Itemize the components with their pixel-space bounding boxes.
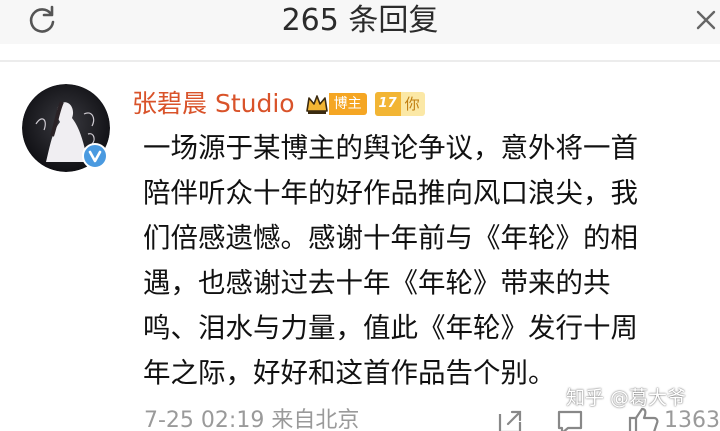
level-number: 17	[374, 92, 401, 116]
post-meta: 7-25 02:19 来自北京	[144, 408, 360, 431]
author-name[interactable]: 张碧晨 Studio	[132, 87, 295, 121]
top-bar: 265 条回复	[0, 0, 720, 44]
content-line: 遇，也感谢过去十年《年轮》带来的共	[143, 267, 611, 299]
like-count: 1363	[664, 408, 720, 431]
content-line: 一场源于某博主的舆论争议，意外将一首	[143, 132, 638, 164]
post-content: 一场源于某博主的舆论争议，意外将一首 陪伴听众十年的好作品推向风口浪尖，我 们倍…	[143, 126, 699, 396]
content-line: 鸣、泪水与力量，值此《年轮》发行十周	[143, 312, 638, 344]
verified-v-icon	[82, 143, 108, 169]
level-badge: 17 你	[374, 92, 425, 116]
share-icon[interactable]	[496, 408, 524, 431]
blogger-badge: 博主	[328, 93, 367, 115]
avatar[interactable]	[22, 84, 110, 172]
author-row: 张碧晨 Studio 博主 17 你	[132, 86, 425, 122]
content-line: 们倍感遗憾。感谢十年前与《年轮》的相	[143, 222, 638, 254]
header-divider	[0, 60, 720, 62]
crown-icon	[305, 95, 328, 114]
like-icon[interactable]	[626, 406, 660, 431]
content-line: 陪伴听众十年的好作品推向风口浪尖，我	[143, 177, 638, 209]
page-title: 265 条回复	[281, 3, 439, 38]
level-label: 你	[404, 95, 420, 113]
more-icon[interactable]	[692, 6, 720, 34]
